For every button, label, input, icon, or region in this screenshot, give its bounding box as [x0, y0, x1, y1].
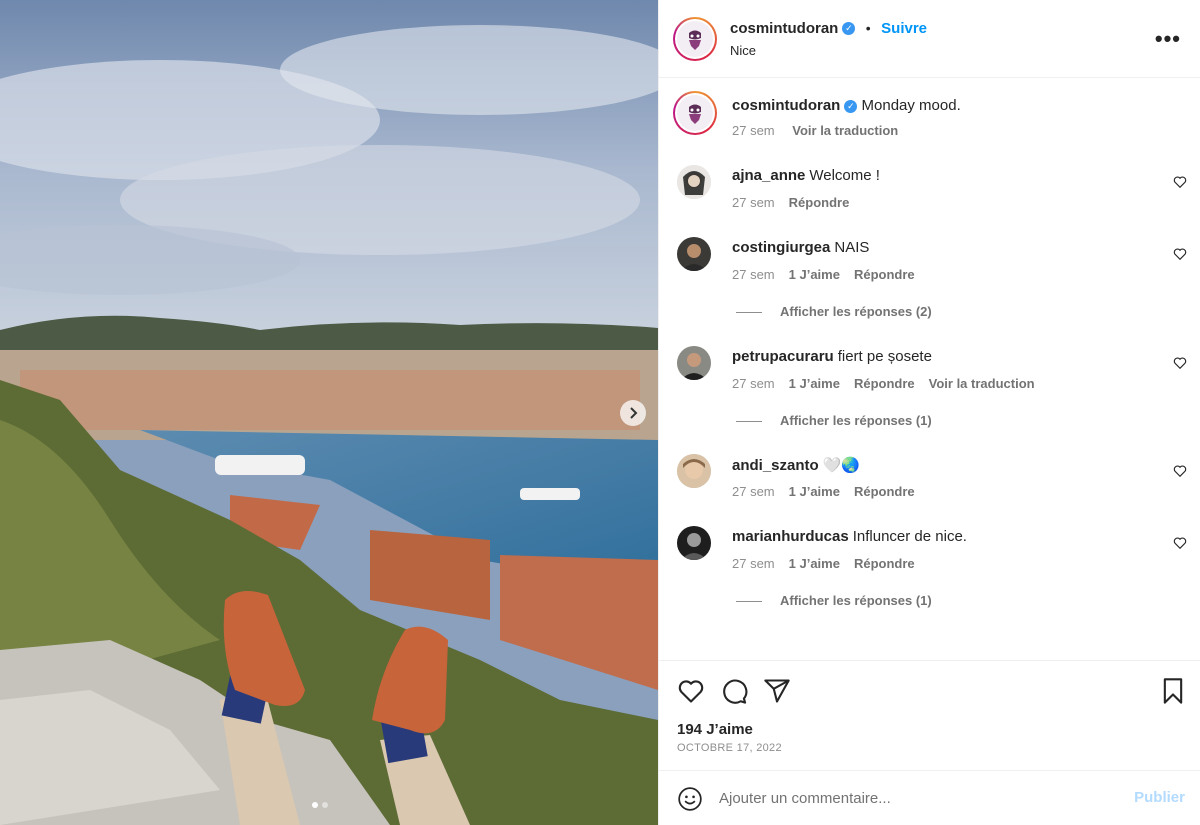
comment-time: 27 sem — [732, 376, 775, 391]
caption-avatar-logo — [689, 104, 701, 124]
post-actions: 194 J’aime OCTOBRE 17, 2022 — [659, 660, 1200, 770]
caption-username[interactable]: cosmintudoran — [732, 97, 840, 114]
author-avatar[interactable] — [673, 17, 717, 61]
comment-text: Welcome ! — [809, 167, 880, 184]
comment-likes-count[interactable]: 1 J’aime — [789, 484, 840, 499]
comment-like-heart-icon[interactable] — [1173, 175, 1187, 189]
comment-avatar-photo — [677, 346, 711, 380]
view-replies-button[interactable]: Afficher les réponses (1) — [736, 593, 932, 608]
emoji-icon[interactable] — [677, 786, 703, 812]
comment-avatar-photo — [677, 454, 711, 488]
carousel-dot — [322, 802, 328, 808]
view-replies-button[interactable]: Afficher les réponses (1) — [736, 413, 932, 428]
translate-link[interactable]: Voir la traduction — [929, 376, 1035, 391]
comment-like-heart-icon[interactable] — [1173, 464, 1187, 478]
comment-likes-count[interactable]: 1 J’aime — [789, 267, 840, 282]
comment-avatar[interactable] — [677, 526, 711, 560]
view-replies-label: Afficher les réponses (1) — [780, 593, 932, 608]
comment-likes-count[interactable]: 1 J’aime — [789, 556, 840, 571]
comment-text: 🤍🌏 — [822, 457, 861, 474]
reply-button[interactable]: Répondre — [789, 195, 850, 210]
comment-username[interactable]: ajna_anne — [732, 167, 805, 184]
reply-button[interactable]: Répondre — [854, 556, 915, 571]
comment-time: 27 sem — [732, 484, 775, 499]
heart-icon[interactable] — [677, 677, 705, 705]
carousel-indicator — [312, 802, 328, 808]
replies-line — [736, 421, 762, 423]
comment-username[interactable]: andi_szanto — [732, 457, 819, 474]
publish-button[interactable]: Publier — [1134, 789, 1185, 806]
replies-line — [736, 601, 762, 603]
comment-avatar-photo — [677, 237, 711, 271]
post-location[interactable]: Nice — [730, 43, 756, 58]
more-options-icon[interactable]: ••• — [1155, 26, 1181, 52]
comment-avatar[interactable] — [677, 346, 711, 380]
comment-time: 27 sem — [732, 267, 775, 282]
comment-username[interactable]: marianhurducas — [732, 528, 849, 545]
likes-count[interactable]: 194 J’aime — [677, 721, 753, 738]
comment-avatar[interactable] — [677, 165, 711, 199]
caption-author-avatar[interactable] — [673, 91, 717, 135]
reply-button[interactable]: Répondre — [854, 484, 915, 499]
author-username[interactable]: cosmintudoran — [730, 20, 838, 37]
comment-text: Influncer de nice. — [852, 528, 967, 545]
chevron-right-icon — [630, 407, 638, 419]
next-photo-button[interactable] — [620, 400, 646, 426]
caption-text: Monday mood. — [861, 97, 961, 114]
caption-time: 27 sem — [732, 123, 775, 138]
reply-button[interactable]: Répondre — [854, 376, 915, 391]
comment-avatar[interactable] — [677, 454, 711, 488]
verified-badge-icon: ✓ — [842, 22, 856, 36]
comment-username[interactable]: costingiurgea — [732, 239, 830, 256]
verified-badge-icon: ✓ — [844, 99, 858, 113]
comments-list[interactable]: cosmintudoran ✓ Monday mood. 27 sem Voir … — [659, 78, 1200, 660]
post-date: OCTOBRE 17, 2022 — [677, 742, 782, 754]
comment-like-heart-icon[interactable] — [1173, 536, 1187, 550]
comment-like-heart-icon[interactable] — [1173, 356, 1187, 370]
comment-input[interactable] — [719, 785, 1109, 811]
author-avatar-logo — [689, 30, 701, 50]
carousel-dot-active — [312, 802, 318, 808]
comment-avatar-photo — [677, 165, 711, 199]
share-icon[interactable] — [763, 677, 791, 705]
comment-avatar-photo — [677, 526, 711, 560]
view-replies-label: Afficher les réponses (2) — [780, 304, 932, 319]
follow-button[interactable]: Suivre — [881, 20, 927, 37]
comment-time: 27 sem — [732, 556, 775, 571]
view-replies-button[interactable]: Afficher les réponses (2) — [736, 304, 932, 319]
bookmark-icon[interactable] — [1159, 677, 1187, 705]
comment-text: NAIS — [834, 239, 870, 256]
view-replies-label: Afficher les réponses (1) — [780, 413, 932, 428]
comment-composer: Publier — [659, 770, 1200, 825]
comment-avatar[interactable] — [677, 237, 711, 271]
photo-image — [0, 0, 658, 825]
comment-icon[interactable] — [720, 677, 748, 705]
post-header: cosmintudoran ✓ • Suivre Nice ••• — [659, 0, 1200, 78]
comment-time: 27 sem — [732, 195, 775, 210]
reply-button[interactable]: Répondre — [854, 267, 915, 282]
replies-line — [736, 312, 762, 314]
comment-username[interactable]: petrupacuraru — [732, 348, 834, 365]
comment-like-heart-icon[interactable] — [1173, 247, 1187, 261]
post-photo[interactable] — [0, 0, 658, 825]
caption-translate-link[interactable]: Voir la traduction — [792, 123, 898, 138]
header-separator: • — [865, 20, 871, 36]
comment-text: fiert pe șosete — [837, 348, 932, 365]
post-side-panel: cosmintudoran ✓ • Suivre Nice ••• cosmint… — [658, 0, 1200, 825]
comment-likes-count[interactable]: 1 J’aime — [789, 376, 840, 391]
